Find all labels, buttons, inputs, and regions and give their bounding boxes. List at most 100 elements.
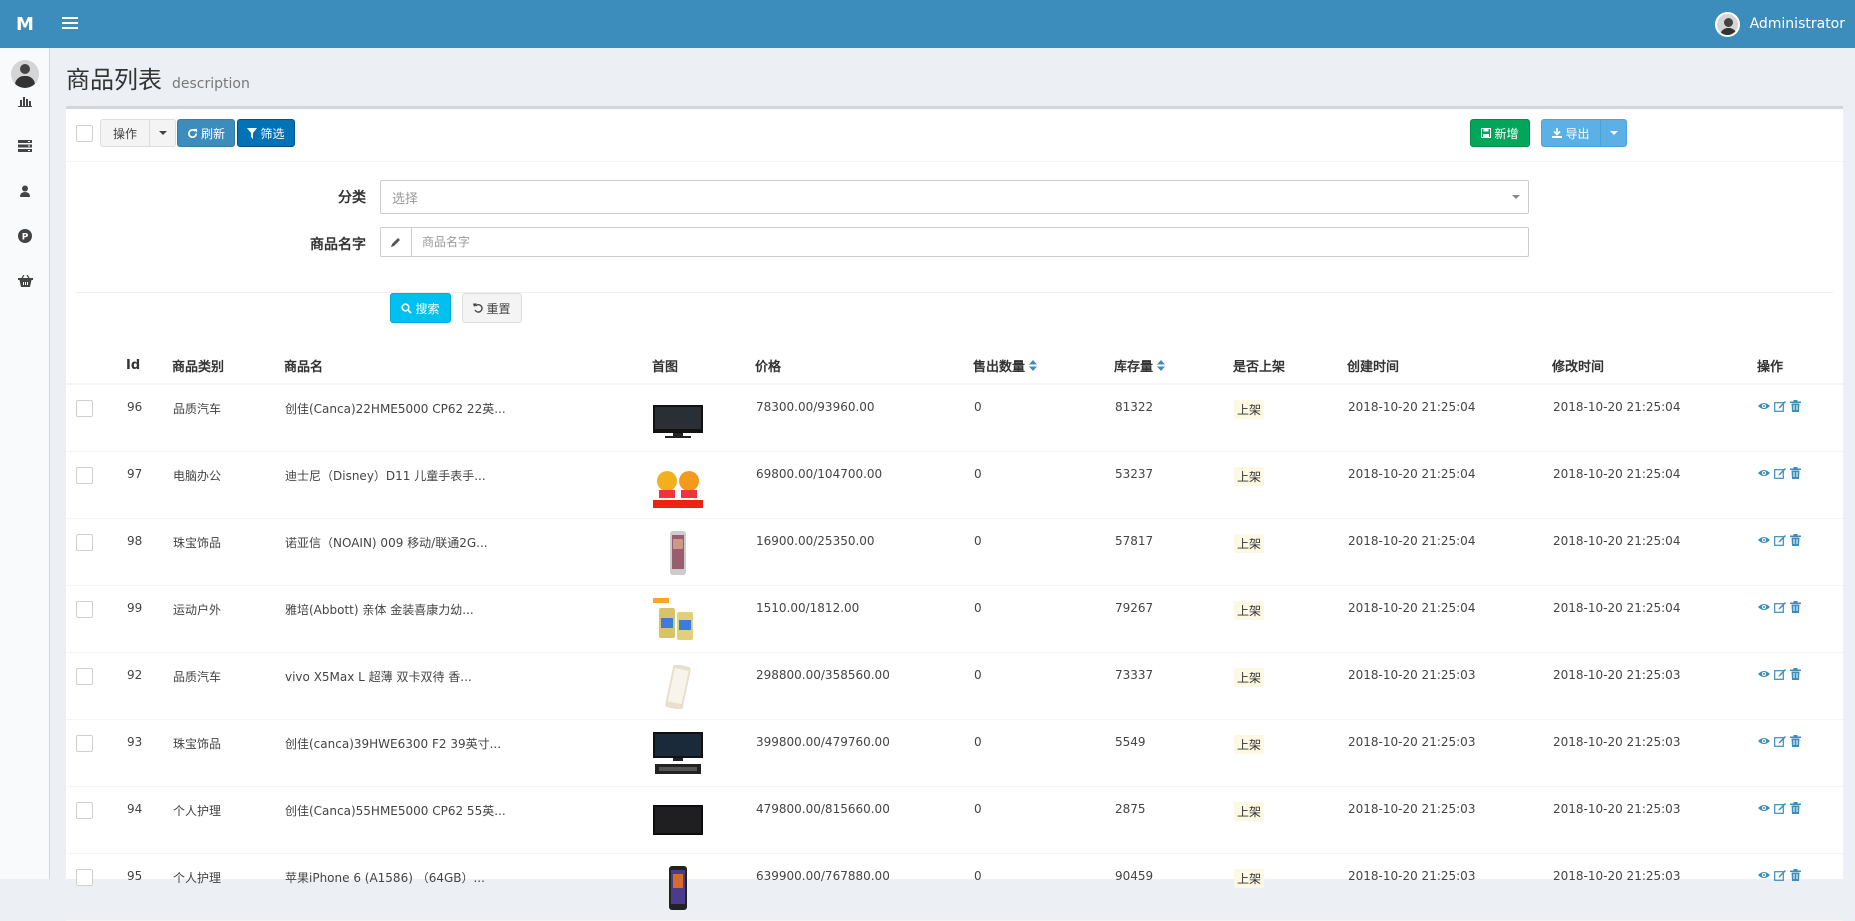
cell-modified: 2018-10-20 21:25:04 <box>1552 451 1757 519</box>
row-checkbox[interactable] <box>76 667 93 685</box>
sidebar-avatar[interactable] <box>11 60 39 88</box>
view-icon[interactable] <box>1758 467 1770 479</box>
caret-down-icon <box>1512 195 1520 199</box>
export-button[interactable]: 导出 <box>1541 119 1601 147</box>
delete-icon[interactable] <box>1790 801 1802 814</box>
row-checkbox[interactable] <box>76 466 93 484</box>
cell-sold: 0 <box>973 853 1114 921</box>
delete-icon[interactable] <box>1790 667 1802 680</box>
col-image: 首图 <box>652 348 755 385</box>
cell-image <box>652 786 755 854</box>
product-thumbnail[interactable] <box>653 597 703 642</box>
add-label: 新增 <box>1494 126 1519 141</box>
product-name-input[interactable] <box>412 228 1528 256</box>
cell-stock: 2875 <box>1114 786 1233 854</box>
row-checkbox[interactable] <box>76 533 93 551</box>
cell-sold: 0 <box>973 384 1114 452</box>
category-select[interactable]: 选择 <box>380 180 1529 214</box>
server-icon[interactable] <box>15 138 35 154</box>
user-icon[interactable] <box>15 183 35 199</box>
product-thumbnail[interactable] <box>653 530 703 575</box>
select-all-checkbox[interactable] <box>76 125 93 142</box>
edit-icon[interactable] <box>1774 467 1786 479</box>
user-menu[interactable]: Administrator <box>1714 0 1845 48</box>
edit-icon[interactable] <box>1774 534 1786 546</box>
delete-icon[interactable] <box>1790 400 1802 412</box>
cell-image <box>652 853 755 921</box>
view-icon[interactable] <box>1758 534 1770 546</box>
product-thumbnail[interactable] <box>653 463 703 508</box>
refresh-button[interactable]: 刷新 <box>177 119 235 147</box>
cell-id: 93 <box>126 719 172 787</box>
batch-action-dropdown[interactable] <box>149 119 176 147</box>
delete-icon[interactable] <box>1790 734 1802 747</box>
logo[interactable]: M <box>0 0 50 48</box>
view-icon[interactable] <box>1758 400 1770 412</box>
cell-id: 98 <box>126 518 172 586</box>
cell-status: 上架 <box>1233 518 1347 586</box>
row-checkbox[interactable] <box>76 600 93 618</box>
sort-icon[interactable] <box>1157 360 1166 375</box>
cell-status: 上架 <box>1233 786 1347 854</box>
cell-created: 2018-10-20 21:25:04 <box>1347 451 1552 519</box>
edit-icon[interactable] <box>1774 735 1786 747</box>
cell-name: vivo X5Max L 超薄 双卡双待 香... <box>284 652 652 720</box>
product-thumbnail[interactable] <box>653 397 703 441</box>
row-checkbox[interactable] <box>76 734 93 752</box>
sort-icon[interactable] <box>1029 360 1038 375</box>
batch-action-button[interactable]: 操作 <box>100 119 150 147</box>
status-badge: 上架 <box>1234 533 1265 553</box>
category-placeholder: 选择 <box>392 191 419 207</box>
status-badge: 上架 <box>1234 466 1265 486</box>
parking-icon[interactable]: P <box>15 228 35 244</box>
edit-icon[interactable] <box>1774 400 1786 412</box>
search-button[interactable]: 搜索 <box>390 293 451 323</box>
delete-icon[interactable] <box>1790 533 1802 546</box>
col-stock[interactable]: 库存量 <box>1114 348 1233 385</box>
cell-price: 69800.00/104700.00 <box>755 451 973 519</box>
refresh-icon <box>188 128 198 138</box>
cell-image <box>652 518 755 586</box>
cell-name: 雅培(Abbott) 亲体 金装喜康力幼... <box>284 585 652 653</box>
edit-icon[interactable] <box>1774 668 1786 680</box>
cell-status: 上架 <box>1233 853 1347 921</box>
table-row: 95 个人护理 苹果iPhone 6 (A1586) （64GB）... 639… <box>66 853 1843 921</box>
view-icon[interactable] <box>1758 802 1770 814</box>
row-checkbox[interactable] <box>76 400 93 417</box>
delete-icon[interactable] <box>1790 466 1802 479</box>
edit-icon[interactable] <box>1774 601 1786 613</box>
cell-actions <box>1757 585 1843 653</box>
edit-icon[interactable] <box>1774 802 1786 814</box>
cell-name: 创佳(Canca)55HME5000 CP62 55英... <box>284 786 652 854</box>
col-stock-label: 库存量 <box>1114 360 1154 375</box>
product-thumbnail[interactable] <box>653 799 703 843</box>
reset-button[interactable]: 重置 <box>462 293 522 323</box>
product-thumbnail[interactable] <box>653 865 703 910</box>
reset-label: 重置 <box>486 301 511 316</box>
col-sold[interactable]: 售出数量 <box>973 348 1114 385</box>
cell-created: 2018-10-20 21:25:03 <box>1347 719 1552 787</box>
status-badge: 上架 <box>1234 801 1265 821</box>
bar-chart-icon[interactable] <box>15 93 35 109</box>
product-thumbnail[interactable] <box>653 663 703 710</box>
cell-price: 639900.00/767880.00 <box>755 853 973 921</box>
cell-stock: 53237 <box>1114 451 1233 519</box>
view-icon[interactable] <box>1758 601 1770 613</box>
view-icon[interactable] <box>1758 735 1770 747</box>
basket-icon[interactable] <box>15 273 35 289</box>
sidebar-toggle-icon[interactable] <box>62 15 78 31</box>
view-icon[interactable] <box>1758 668 1770 680</box>
product-thumbnail[interactable] <box>653 731 703 776</box>
cell-category: 珠宝饰品 <box>172 719 284 787</box>
delete-icon[interactable] <box>1790 600 1802 613</box>
filter-button[interactable]: 筛选 <box>237 119 295 147</box>
cell-status: 上架 <box>1233 585 1347 653</box>
add-button[interactable]: 新增 <box>1470 119 1530 147</box>
export-dropdown[interactable] <box>1600 119 1627 147</box>
cell-actions <box>1757 719 1843 787</box>
cell-actions <box>1757 518 1843 586</box>
row-checkbox[interactable] <box>76 801 93 819</box>
row-checkbox[interactable] <box>76 868 93 886</box>
cell-status: 上架 <box>1233 384 1347 452</box>
col-price: 价格 <box>755 348 973 385</box>
